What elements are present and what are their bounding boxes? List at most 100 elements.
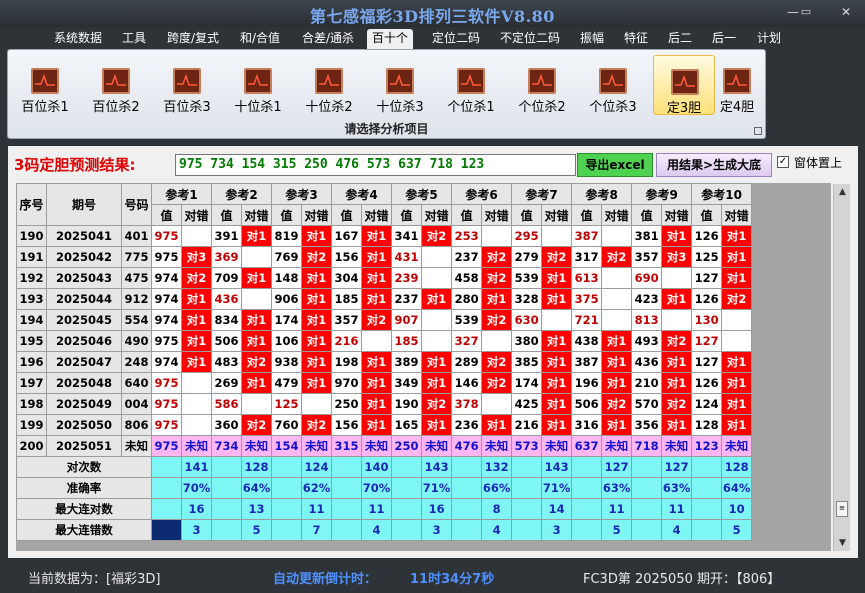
cell-value[interactable]: 630 [511, 309, 543, 331]
cell-value[interactable]: 613 [571, 267, 603, 289]
cell-hit[interactable]: 对1 [301, 309, 333, 331]
cell-hit[interactable]: 未知 [241, 435, 273, 457]
cell-value[interactable]: 250 [331, 393, 363, 415]
cell-value[interactable]: 975 [151, 225, 182, 247]
cell-value[interactable]: 813 [631, 309, 663, 331]
cell-hit[interactable]: 对1 [721, 351, 753, 373]
cell-value[interactable]: 436 [211, 288, 243, 310]
cell-hit[interactable]: 对2 [421, 393, 453, 415]
menu-item[interactable]: 跨度/复式 [165, 29, 221, 49]
cell-hit[interactable] [721, 309, 753, 331]
cell-value[interactable]: 156 [331, 414, 363, 436]
cell-hit[interactable]: 对1 [361, 267, 393, 289]
maximize-button[interactable]: ▭ [795, 5, 817, 19]
cell-value[interactable]: 328 [511, 288, 543, 310]
generate-base-button[interactable]: 用结果>生成大底 [656, 153, 772, 177]
table-row[interactable]: 195 2025046 490 975 对1 506 对1 106 对1 216 185 327 380… [16, 330, 753, 352]
cell-value[interactable]: 327 [451, 330, 483, 352]
cell-hit[interactable]: 对1 [361, 225, 393, 247]
cell-hit[interactable]: 对1 [180, 309, 213, 331]
cell-value[interactable]: 769 [271, 246, 303, 268]
cell-hit[interactable] [421, 267, 453, 289]
cell-value[interactable]: 974 [151, 351, 182, 373]
cell-hit[interactable]: 未知 [481, 435, 513, 457]
cell-value[interactable]: 190 [391, 393, 423, 415]
cell-hit[interactable]: 对1 [481, 414, 513, 436]
cell-hit[interactable] [180, 225, 213, 247]
cell-hit[interactable]: 对2 [301, 246, 333, 268]
cell-value[interactable]: 185 [331, 288, 363, 310]
cell-value[interactable]: 196 [571, 372, 603, 394]
menu-item[interactable]: 后一 [710, 29, 738, 49]
cell-value[interactable]: 483 [211, 351, 243, 373]
cell-value[interactable]: 906 [271, 288, 303, 310]
cell-value[interactable]: 381 [631, 225, 663, 247]
cell-hit[interactable]: 未知 [541, 435, 573, 457]
cell-value[interactable]: 819 [271, 225, 303, 247]
cell-hit[interactable] [241, 393, 273, 415]
cell-value[interactable]: 280 [451, 288, 483, 310]
menu-item[interactable]: 不定位二码 [498, 29, 562, 49]
cell-value[interactable]: 709 [211, 267, 243, 289]
cell-hit[interactable] [421, 330, 453, 352]
cell-value[interactable]: 975 [151, 372, 182, 394]
cell-hit[interactable]: 对2 [661, 330, 693, 352]
cell-hit[interactable]: 对1 [361, 414, 393, 436]
cell-hit[interactable] [601, 225, 633, 247]
cell-value[interactable]: 637 [571, 435, 603, 457]
ribbon-button[interactable]: 十位杀2 [298, 55, 360, 115]
cell-value[interactable]: 760 [271, 414, 303, 436]
cell-hit[interactable]: 对1 [301, 351, 333, 373]
cell-value[interactable]: 385 [511, 351, 543, 373]
cell-value[interactable]: 734 [211, 435, 243, 457]
cell-value[interactable]: 975 [151, 330, 182, 352]
menu-item[interactable]: 定位二码 [430, 29, 482, 49]
cell-value[interactable]: 425 [511, 393, 543, 415]
cell-value[interactable]: 907 [391, 309, 423, 331]
cell-hit[interactable]: 未知 [661, 435, 693, 457]
cell-value[interactable]: 436 [631, 351, 663, 373]
cell-hit[interactable]: 对1 [601, 351, 633, 373]
table-row[interactable]: 198 2025049 004 975 586 125 250 对1 190 对2 378 425 对1… [16, 393, 753, 415]
cell-value[interactable]: 126 [691, 288, 723, 310]
table-row[interactable]: 196 2025047 248 974 对1 483 对2 938 对1 198 对1 389 对1 28… [16, 351, 753, 373]
cell-value[interactable]: 127 [691, 351, 723, 373]
cell-value[interactable]: 316 [571, 414, 603, 436]
cell-value[interactable]: 349 [391, 372, 423, 394]
cell-value[interactable]: 974 [151, 309, 182, 331]
table-row[interactable]: 197 2025048 640 975 269 对1 479 对1 970 对1 349 对1 146 对… [16, 372, 753, 394]
cell-value[interactable]: 387 [571, 225, 603, 247]
cell-value[interactable]: 380 [511, 330, 543, 352]
cell-hit[interactable]: 对2 [481, 351, 513, 373]
prediction-result-field[interactable]: 975 734 154 315 250 476 573 637 718 123 [175, 154, 576, 176]
ribbon-expand-icon[interactable] [754, 127, 762, 135]
cell-hit[interactable]: 对1 [541, 414, 573, 436]
cell-hit[interactable]: 对1 [301, 372, 333, 394]
cell-value[interactable]: 250 [391, 435, 423, 457]
cell-hit[interactable]: 对2 [601, 393, 633, 415]
cell-value[interactable]: 174 [511, 372, 543, 394]
cell-hit[interactable]: 对1 [661, 288, 693, 310]
cell-value[interactable]: 360 [211, 414, 243, 436]
ribbon-button[interactable]: 个位杀3 [582, 55, 644, 115]
ribbon-button[interactable]: 百位杀2 [85, 55, 147, 115]
cell-value[interactable]: 476 [451, 435, 483, 457]
menu-item[interactable]: 特征 [622, 29, 650, 49]
cell-value[interactable]: 357 [331, 309, 363, 331]
cell-hit[interactable]: 对2 [241, 414, 273, 436]
scroll-down-icon[interactable]: ▼ [834, 535, 851, 551]
menu-item[interactable]: 工具 [120, 29, 148, 49]
menu-item[interactable]: 和/合值 [238, 29, 282, 49]
cell-value[interactable]: 975 [151, 393, 182, 415]
cell-hit[interactable]: 未知 [180, 435, 213, 457]
cell-value[interactable]: 315 [331, 435, 363, 457]
cell-hit[interactable] [601, 288, 633, 310]
cell-hit[interactable] [301, 393, 333, 415]
cell-hit[interactable]: 对2 [301, 414, 333, 436]
cell-hit[interactable] [180, 372, 213, 394]
cell-value[interactable]: 357 [631, 246, 663, 268]
cell-hit[interactable]: 对2 [661, 393, 693, 415]
table-row[interactable]: 199 2025050 806 975 360 对2 760 对2 156 对1 165 对1 236 对… [16, 414, 753, 436]
cell-hit[interactable]: 对1 [721, 393, 753, 415]
cell-hit[interactable] [481, 225, 513, 247]
